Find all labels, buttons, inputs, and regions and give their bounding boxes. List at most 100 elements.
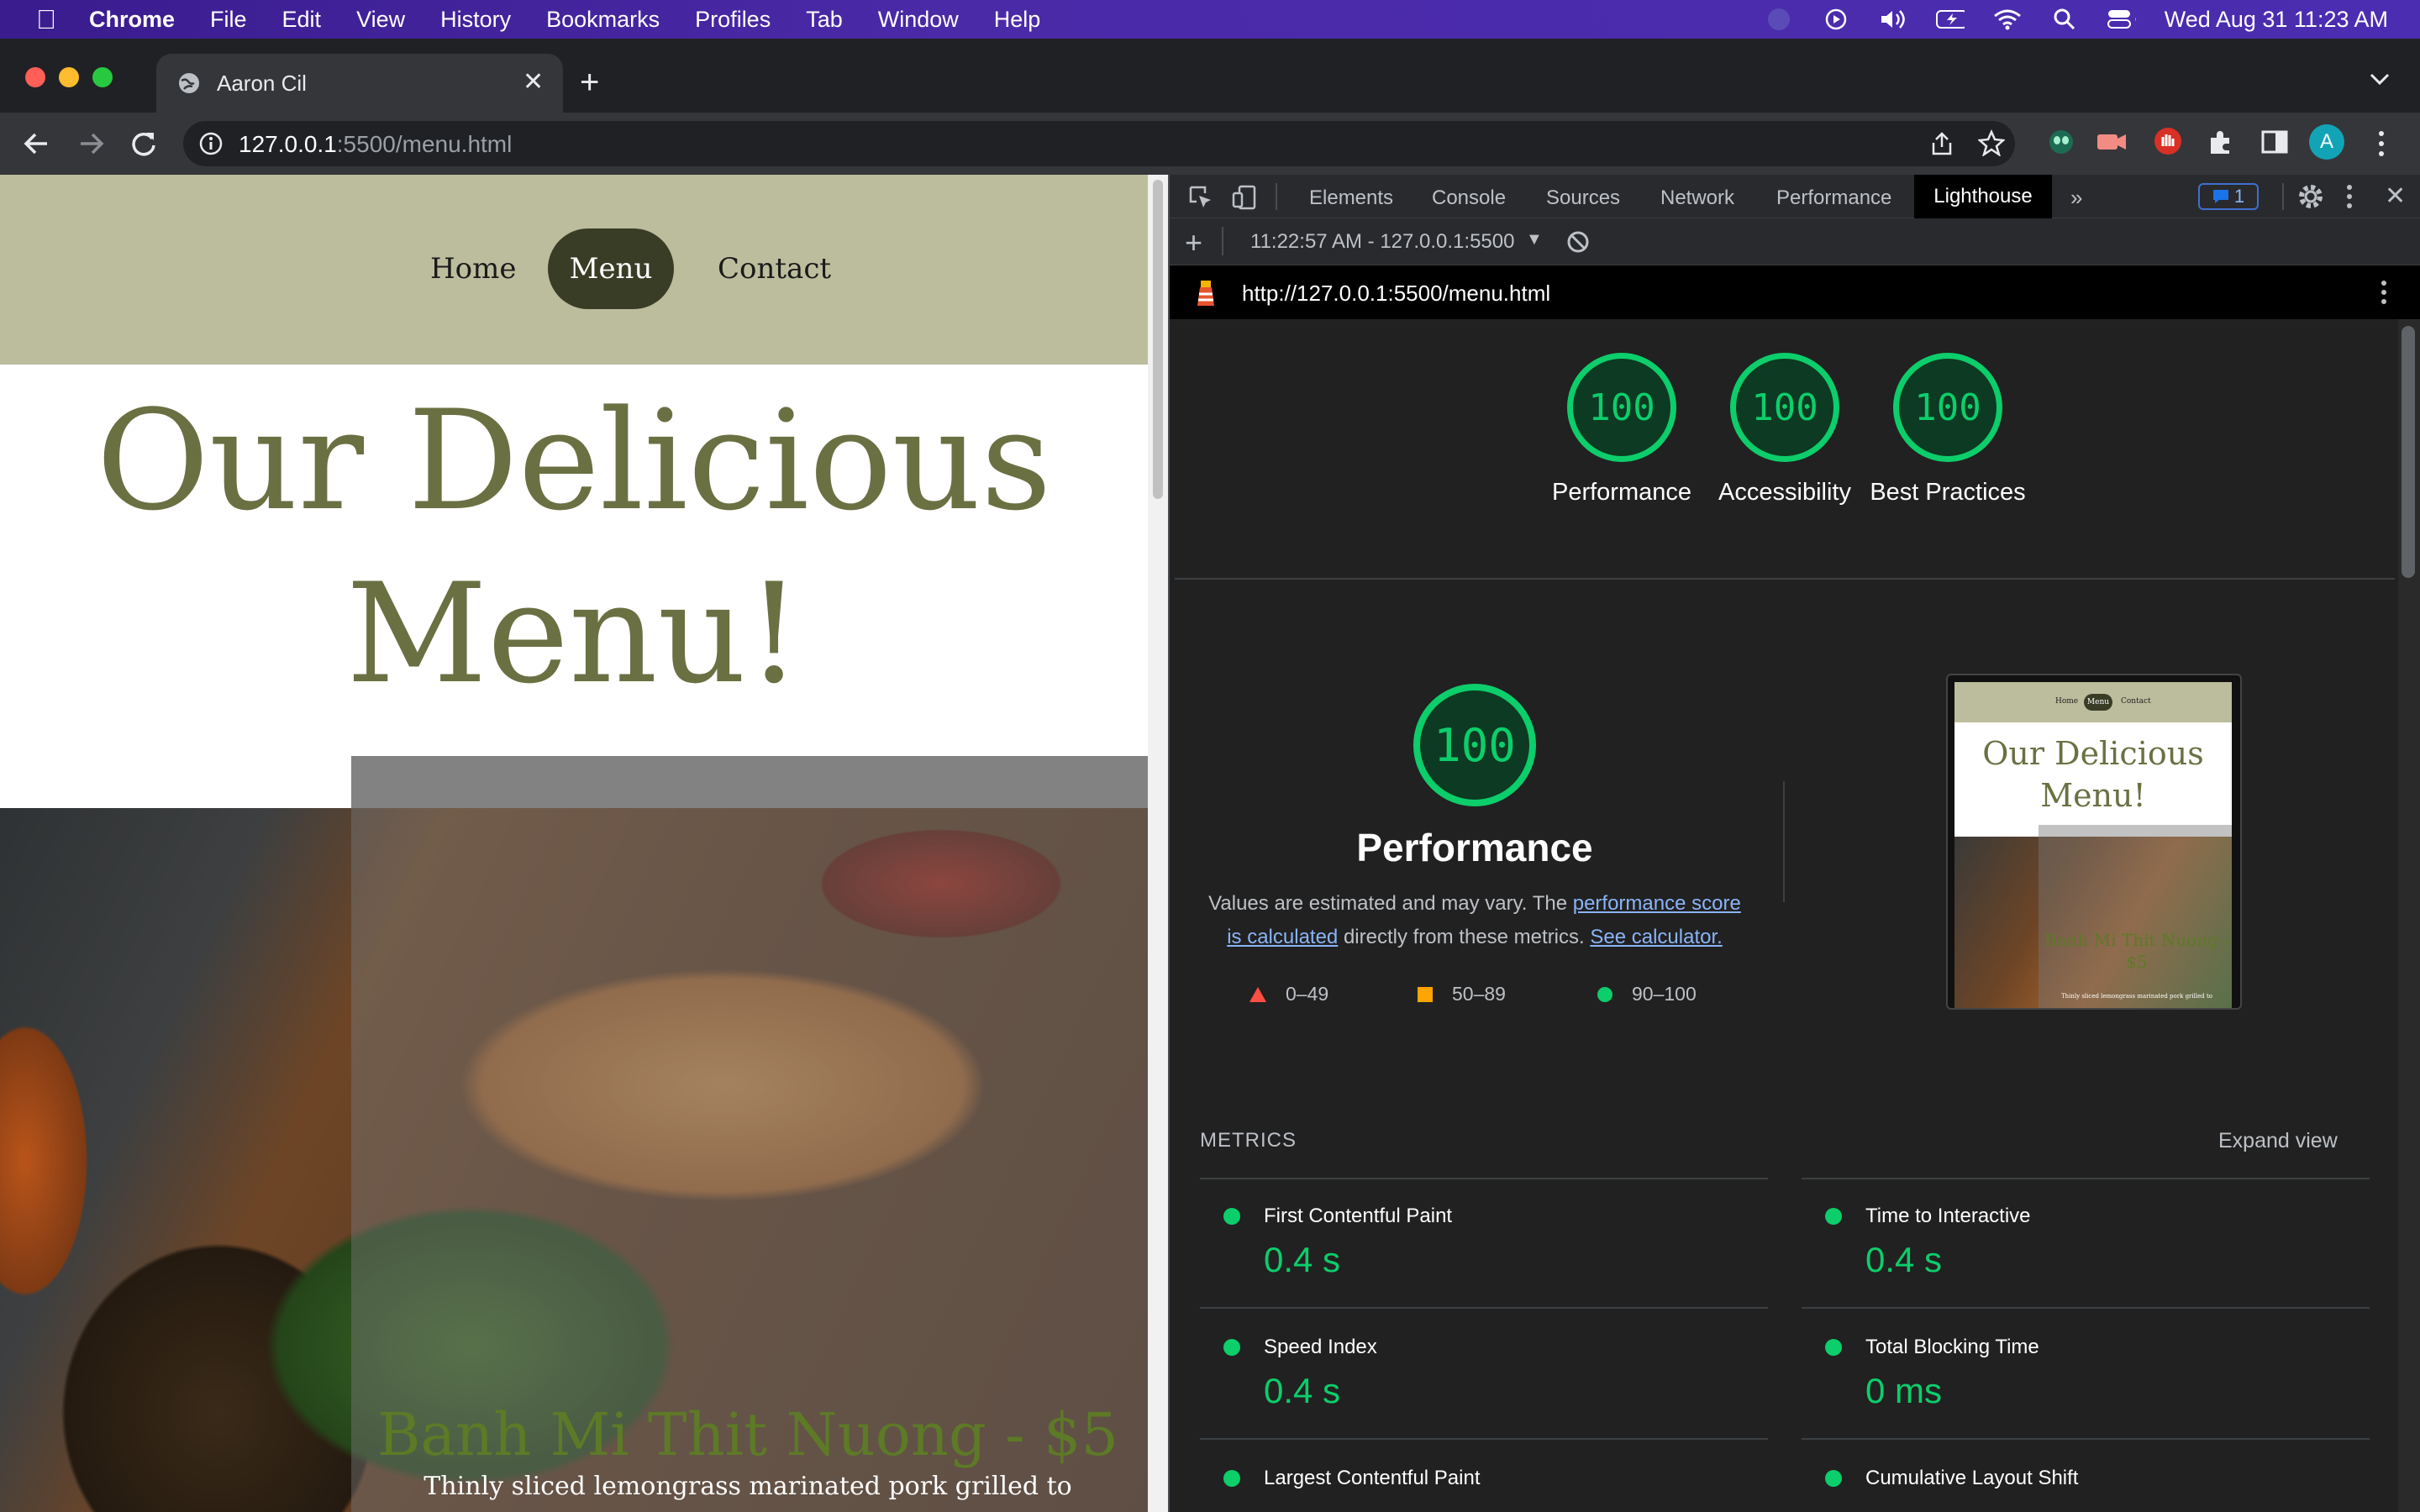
thumb-card <box>2039 825 2232 1008</box>
desc-text-1: Values are estimated and may vary. The <box>1208 892 1573 915</box>
window-zoom-button[interactable] <box>92 67 113 87</box>
nav-contact-link[interactable]: Contact <box>718 252 831 286</box>
metric-tbt-label: Total Blocking Time <box>1865 1336 2039 1358</box>
apple-menu-icon[interactable]:  <box>32 4 60 35</box>
lighthouse-url-bar: http://127.0.0.1:5500/menu.html <box>1170 265 2420 319</box>
menu-help[interactable]: Help <box>994 7 1041 33</box>
tab-sources[interactable]: Sources <box>1546 186 1620 210</box>
report-options-icon[interactable] <box>2380 279 2388 310</box>
report-url[interactable]: http://127.0.0.1:5500/menu.html <box>1242 281 1550 307</box>
metric-pass-dot <box>1825 1339 1842 1356</box>
issues-count: 1 <box>2233 186 2245 207</box>
reload-icon[interactable] <box>129 129 158 162</box>
issues-chat-icon <box>2212 190 2228 203</box>
report-dropdown-icon[interactable]: ▼ <box>1526 230 1543 249</box>
metric-pass-dot <box>1825 1470 1842 1487</box>
clear-reports-icon[interactable] <box>1566 230 1590 258</box>
side-panel-icon[interactable] <box>2260 128 2289 160</box>
menu-file[interactable]: File <box>210 7 247 33</box>
back-icon[interactable] <box>22 129 50 162</box>
spotlight-search-icon[interactable] <box>2050 8 2079 30</box>
metric-si-label: Speed Index <box>1264 1336 1377 1358</box>
gauge-performance[interactable]: 100 <box>1567 353 1676 462</box>
metric-pass-dot <box>1223 1470 1240 1487</box>
share-icon[interactable] <box>1929 131 1954 160</box>
volume-icon[interactable] <box>1879 8 1907 30</box>
tab-console[interactable]: Console <box>1432 186 1506 210</box>
nav-menu-link[interactable]: Menu <box>548 228 674 309</box>
metrics-divider <box>1802 1307 2370 1309</box>
tab-performance[interactable]: Performance <box>1776 186 1891 210</box>
menu-window[interactable]: Window <box>878 7 959 33</box>
tab-elements[interactable]: Elements <box>1309 186 1393 210</box>
tab-search-chevron-icon[interactable] <box>2368 71 2391 92</box>
metrics-divider <box>1802 1178 2370 1179</box>
devtools-kebab-icon[interactable] <box>2344 183 2354 214</box>
window-minimize-button[interactable] <box>59 67 79 87</box>
menu-edit[interactable]: Edit <box>282 7 322 33</box>
gauge-best-practices[interactable]: 100 <box>1893 353 2002 462</box>
inspect-element-icon[interactable] <box>1188 185 1213 214</box>
tab-lighthouse[interactable]: Lighthouse <box>1914 175 2052 218</box>
bookmark-star-icon[interactable] <box>1977 129 2006 160</box>
page-scrollbar-thumb[interactable] <box>1153 180 1163 499</box>
menu-app-chrome[interactable]: Chrome <box>89 7 175 33</box>
chrome-menu-icon[interactable] <box>2376 129 2386 162</box>
metric-pass-dot <box>1223 1339 1240 1356</box>
thumb-dish-title: Banh Mi Thit Nuong - $5 <box>2044 930 2230 972</box>
dish-description: Thinly sliced lemongrass marinated pork … <box>424 1472 1072 1501</box>
forward-icon[interactable] <box>77 129 106 162</box>
macos-menubar:  Chrome File Edit View History Bookmark… <box>0 0 2420 39</box>
issues-badge[interactable]: 1 <box>2198 183 2259 210</box>
legend-fail: 0–49 <box>1249 983 1328 1005</box>
battery-icon[interactable] <box>1935 8 1965 30</box>
new-report-icon[interactable]: + <box>1185 225 1202 260</box>
menu-bookmarks[interactable]: Bookmarks <box>546 7 660 33</box>
thumb-nav-contact: Contact <box>2121 697 2151 706</box>
profile-avatar[interactable]: A <box>2309 124 2344 160</box>
gauge-performance-label: Performance <box>1551 479 1691 506</box>
menu-profiles[interactable]: Profiles <box>695 7 771 33</box>
menubar-clock[interactable]: Wed Aug 31 11:23 AM <box>2165 7 2388 33</box>
window-close-button[interactable] <box>25 67 45 87</box>
metric-pass-dot <box>1825 1208 1842 1225</box>
web-page-viewport: Home Menu Contact Our Delicious Menu! Ba… <box>0 175 1148 1512</box>
menu-view[interactable]: View <box>356 7 405 33</box>
new-tab-button[interactable]: + <box>580 64 599 102</box>
extension-block-icon[interactable] <box>2153 126 2183 160</box>
tab-divider <box>2282 183 2284 210</box>
gauge-accessibility[interactable]: 100 <box>1730 353 1839 462</box>
nav-home-link[interactable]: Home <box>430 252 516 286</box>
extensions-puzzle-icon[interactable] <box>2207 128 2235 160</box>
report-scrollbar-thumb[interactable] <box>2402 326 2415 578</box>
extension-alien-icon[interactable] <box>2047 128 2075 160</box>
summary-divider <box>1175 578 2395 580</box>
report-selector[interactable]: 11:22:57 AM - 127.0.0.1:5500 <box>1250 230 1514 254</box>
devtools-close-icon[interactable]: ✕ <box>2385 181 2406 211</box>
see-calculator-link[interactable]: See calculator. <box>1590 926 1722 948</box>
thumb-dish-desc: Thinly sliced lemongrass marinated pork … <box>2060 993 2212 1000</box>
dish-title: Banh Mi Thit Nuong - $5 <box>376 1400 1119 1469</box>
more-tabs-icon[interactable]: » <box>2070 185 2082 211</box>
wifi-icon[interactable] <box>1993 8 2022 30</box>
devtools-settings-gear-icon[interactable] <box>2297 183 2324 214</box>
control-center-icon[interactable] <box>2107 8 2136 30</box>
menu-history[interactable]: History <box>440 7 511 33</box>
desc-text-2: directly from these metrics. <box>1338 926 1591 948</box>
performance-description: Values are estimated and may vary. The p… <box>1200 887 1749 954</box>
metric-tti-value: 0.4 s <box>1865 1240 1943 1279</box>
tab-close-icon[interactable]: ✕ <box>523 67 544 97</box>
screen-record-icon[interactable] <box>1765 8 1793 30</box>
tab-network[interactable]: Network <box>1660 186 1734 210</box>
device-toolbar-icon[interactable] <box>1232 185 1257 214</box>
metric-pass-dot <box>1223 1208 1240 1225</box>
metric-lcp-label: Largest Contentful Paint <box>1264 1467 1481 1489</box>
extension-video-icon[interactable] <box>2096 128 2128 160</box>
menu-tab[interactable]: Tab <box>806 7 843 33</box>
final-screenshot-thumbnail[interactable]: Home Menu Contact Our Delicious Menu! Ba… <box>1946 674 2242 1010</box>
play-icon[interactable] <box>1822 8 1850 30</box>
site-info-icon[interactable] <box>198 131 224 160</box>
browser-tab[interactable]: Aaron Cil ✕ <box>156 54 563 113</box>
expand-view-toggle[interactable]: Expand view <box>2218 1129 2338 1153</box>
address-bar[interactable]: 127.0.0.1:5500/menu.html <box>183 121 2015 166</box>
